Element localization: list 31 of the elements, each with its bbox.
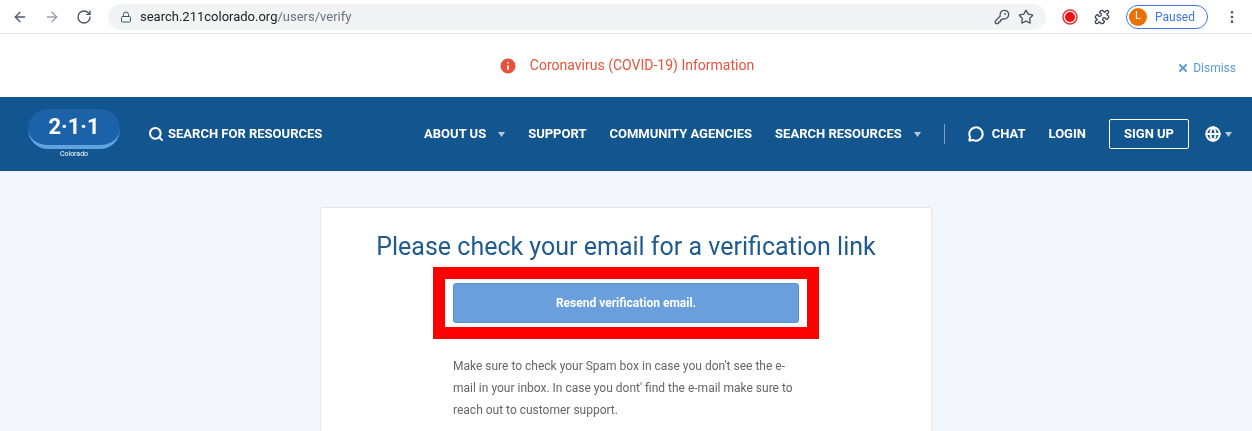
star-icon[interactable]	[1018, 8, 1034, 25]
alert-link[interactable]: Coronavirus (COVID-19) Information	[529, 55, 755, 76]
chat-icon	[967, 126, 984, 142]
address-bar[interactable]: search.211colorado.org/users/verify	[108, 3, 1046, 30]
nav-link[interactable]: SUPPORT	[528, 124, 587, 144]
avatar: L	[1129, 7, 1147, 26]
caret-icon	[1225, 131, 1232, 137]
profile-status: Paused	[1155, 8, 1195, 26]
login-link[interactable]: LOGIN	[1048, 124, 1086, 144]
info-icon	[497, 55, 518, 76]
extensions-icon[interactable]	[1094, 8, 1110, 25]
globe-icon	[1205, 126, 1221, 142]
nav-link[interactable]: SEARCH RESOURCES	[775, 124, 921, 144]
search-resources-link[interactable]: SEARCH FOR RESOURCES	[148, 124, 323, 144]
search-icon	[148, 126, 164, 142]
lock-icon	[120, 10, 132, 23]
nav-link[interactable]: COMMUNITY AGENCIES	[609, 124, 753, 144]
logo-text: 2·1·1	[48, 113, 100, 142]
language-selector[interactable]	[1205, 126, 1232, 142]
reload-icon[interactable]	[76, 8, 92, 25]
url-text: search.211colorado.org/users/verify	[140, 7, 352, 26]
caret-icon	[498, 131, 506, 137]
nav-link[interactable]: ABOUT US	[424, 124, 506, 144]
close-icon	[1177, 62, 1190, 74]
caret-icon	[913, 131, 921, 137]
chat-link[interactable]: CHAT	[967, 124, 1026, 144]
card-heading: Please check your email for a verification link	[376, 232, 876, 262]
note-text: Make sure to check your Spam box in case you don't see the e-mail in your inbox. In case you dont' find the e-mail make sure to reach out to customer support.	[453, 358, 794, 419]
signup-button[interactable]: SIGN UP	[1108, 119, 1189, 149]
key-icon[interactable]	[994, 8, 1010, 25]
record-icon[interactable]	[1062, 8, 1078, 25]
